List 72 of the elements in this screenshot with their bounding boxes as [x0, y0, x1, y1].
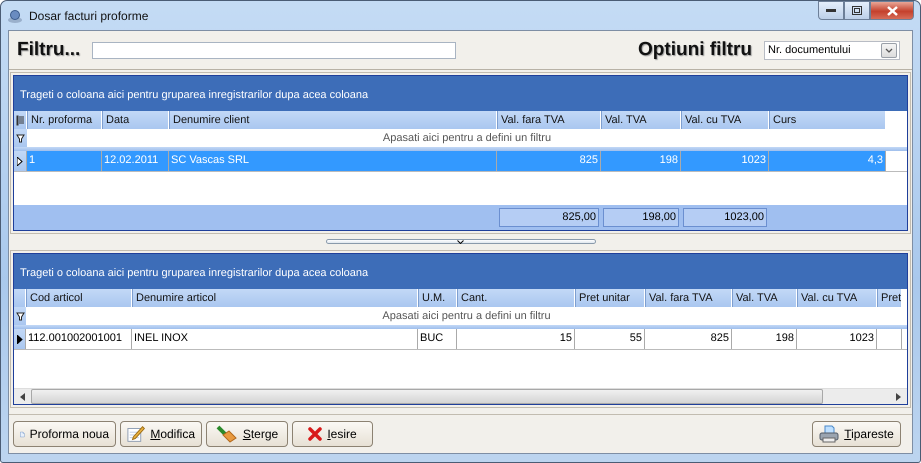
column-header[interactable]: Data [102, 111, 169, 129]
table-cell: 1023 [850, 332, 874, 344]
table-cell: 112.001002001001 [28, 332, 122, 344]
toolbar-button[interactable]: Sterge [206, 421, 288, 447]
column-header[interactable]: Pret unitar [575, 289, 645, 307]
total-value: 825,00 [499, 208, 599, 227]
column-header[interactable]: Val. TVA [601, 111, 681, 129]
group-by-area[interactable]: Trageti o coloana aici pentru gruparea inregistrarilor dupa acea coloana [14, 76, 907, 111]
table-cell: SC Vascas SRL [171, 154, 250, 166]
scroll-left-icon[interactable] [20, 392, 25, 400]
table-row[interactable]: 112.001002001001 INEL INOX BUC 15 55 825 198 1023 [14, 329, 907, 350]
column-header[interactable]: Denumire client [169, 111, 497, 129]
table-cell: BUC [420, 332, 444, 344]
group-hint: Trageti o coloana aici pentru gruparea inregistrarilor dupa acea coloana [20, 266, 368, 278]
table-cell: 55 [630, 332, 642, 344]
filter-hint: Apasati aici pentru a defini un filtru [382, 132, 552, 144]
dropdown-icon [881, 42, 897, 58]
close-button[interactable] [870, 1, 914, 20]
table-cell: 12.02.2011 [104, 154, 158, 166]
column-header[interactable]: Cod articol [26, 289, 132, 307]
column-header[interactable]: Nr. proforma [27, 111, 102, 129]
close-icon [308, 427, 322, 441]
maximize-button[interactable] [844, 1, 870, 20]
table-cell: 1 [29, 154, 36, 166]
column-header[interactable]: Cant. [457, 289, 575, 307]
scroll-right-icon[interactable] [896, 392, 901, 400]
table-cell: 825 [580, 154, 598, 166]
table-cell: 825 [710, 332, 729, 344]
broom-icon [216, 425, 238, 443]
table-cell: 1023 [742, 154, 766, 166]
printer-icon [819, 425, 840, 443]
table-cell: 15 [560, 332, 572, 344]
column-header[interactable]: Val. cu TVA [797, 289, 877, 307]
toolbar-button[interactable]: Modifica [120, 421, 202, 447]
splitter-handle[interactable] [326, 238, 596, 244]
maximize-icon [852, 6, 862, 15]
filter-row[interactable]: Apasati aici pentru a defini un filtru [14, 307, 907, 325]
column-header[interactable]: Val. TVA [732, 289, 797, 307]
group-by-area[interactable]: Trageti o coloana aici pentru gruparea inregistrarilor dupa acea coloana [14, 254, 907, 289]
column-chooser-icon[interactable] [16, 114, 24, 126]
minimize-icon [826, 8, 836, 12]
filter-row[interactable]: Apasati aici pentru a defini un filtru [14, 129, 907, 147]
column-header[interactable]: Val. fara TVA [645, 289, 732, 307]
minimize-button[interactable] [818, 1, 844, 20]
column-header[interactable]: Val. fara TVA [497, 111, 601, 129]
print-button[interactable]: Tipareste [812, 421, 901, 447]
column-header[interactable]: Denumire articol [132, 289, 418, 307]
filter-field[interactable] [92, 42, 456, 58]
column-header[interactable]: Curs [769, 111, 886, 129]
column-header[interactable]: Pret [877, 289, 902, 307]
table-cell: INEL INOX [134, 332, 188, 344]
window-title: Dosar facturi proforme [29, 8, 148, 22]
table-cell: 198 [776, 332, 794, 344]
funnel-icon [16, 134, 25, 142]
notepad-icon [127, 425, 146, 443]
table-cell: 198 [660, 154, 678, 166]
close-icon [886, 6, 898, 16]
filter-label: Filtru... [17, 39, 80, 61]
toolbar-button[interactable]: Iesire [292, 421, 373, 447]
horizontal-scrollbar[interactable] [14, 388, 907, 404]
toolbar-button[interactable]: Proforma noua [13, 421, 116, 447]
total-value: 1023,00 [683, 208, 767, 227]
group-hint: Trageti o coloana aici pentru gruparea inregistrarilor dupa acea coloana [20, 88, 368, 100]
filter-hint: Apasati aici pentru a defini un filtru [382, 310, 551, 322]
funnel-icon [16, 312, 24, 320]
column-header[interactable]: U.M. [418, 289, 457, 307]
app-icon [7, 8, 23, 24]
column-header[interactable]: Val. cu TVA [681, 111, 769, 129]
total-value: 198,00 [603, 208, 679, 227]
filter-options-label: Optiuni filtru [638, 39, 752, 61]
table-cell: 4,3 [868, 154, 883, 166]
filter-options-dropdown[interactable]: Nr. documentului [764, 40, 900, 60]
